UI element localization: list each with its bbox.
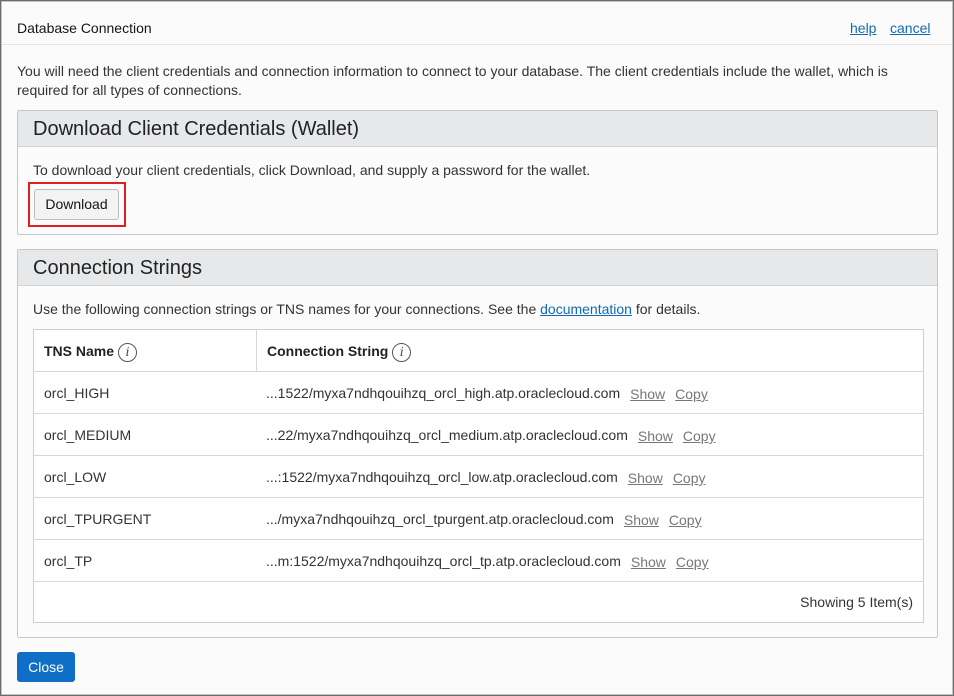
description-text-after: for details. bbox=[631, 301, 701, 317]
connection-string-value: .../myxa7ndhqouihzq_orcl_tpurgent.atp.or… bbox=[266, 511, 614, 527]
dialog-title: Database Connection bbox=[17, 20, 152, 36]
download-highlight: Download bbox=[28, 182, 126, 227]
description-text-before: Use the following connection strings or … bbox=[33, 301, 541, 317]
show-link[interactable]: Show bbox=[630, 386, 665, 402]
download-button[interactable]: Download bbox=[34, 189, 119, 220]
connection-string-cell: ...1522/myxa7ndhqouihzq_orcl_high.atp.or… bbox=[266, 385, 708, 402]
credentials-instructions: To download your client credentials, cli… bbox=[33, 162, 591, 178]
database-connection-dialog: Database Connection help cancel You will… bbox=[1, 1, 953, 695]
connection-string-cell: ...m:1522/myxa7ndhqouihzq_orcl_tp.atp.or… bbox=[266, 553, 709, 570]
help-link[interactable]: help bbox=[850, 20, 876, 36]
show-link[interactable]: Show bbox=[628, 470, 663, 486]
tns-name-cell: orcl_LOW bbox=[44, 469, 107, 485]
item-count: Showing 5 Item(s) bbox=[800, 594, 913, 610]
close-button[interactable]: Close bbox=[17, 652, 75, 682]
connection-string-cell: .../myxa7ndhqouihzq_orcl_tpurgent.atp.or… bbox=[266, 511, 702, 528]
copy-link[interactable]: Copy bbox=[669, 512, 702, 528]
table-row: orcl_LOW ...:1522/myxa7ndhqouihzq_orcl_l… bbox=[34, 456, 923, 498]
copy-link[interactable]: Copy bbox=[676, 554, 709, 570]
column-divider bbox=[256, 330, 257, 371]
documentation-link[interactable]: documentation bbox=[540, 301, 632, 317]
connection-string-cell: ...:1522/myxa7ndhqouihzq_orcl_low.atp.or… bbox=[266, 469, 706, 486]
tns-name-cell: orcl_TPURGENT bbox=[44, 511, 152, 527]
connection-string-value: ...:1522/myxa7ndhqouihzq_orcl_low.atp.or… bbox=[266, 469, 618, 485]
tns-name-cell: orcl_MEDIUM bbox=[44, 427, 132, 443]
connection-string-value: ...22/myxa7ndhqouihzq_orcl_medium.atp.or… bbox=[266, 427, 628, 443]
credentials-heading: Download Client Credentials (Wallet) bbox=[18, 111, 937, 147]
credentials-panel: Download Client Credentials (Wallet) To … bbox=[17, 110, 938, 235]
connection-string-value: ...m:1522/myxa7ndhqouihzq_orcl_tp.atp.or… bbox=[266, 553, 621, 569]
copy-link[interactable]: Copy bbox=[675, 386, 708, 402]
dialog-header: Database Connection help cancel bbox=[2, 2, 952, 45]
column-header-connection-string: Connection String i bbox=[267, 330, 412, 371]
table-row: orcl_TPURGENT .../myxa7ndhqouihzq_orcl_t… bbox=[34, 498, 923, 540]
info-icon[interactable]: i bbox=[118, 343, 138, 362]
table-row: orcl_TP ...m:1522/myxa7ndhqouihzq_orcl_t… bbox=[34, 540, 923, 582]
connection-string-header-label: Connection String bbox=[267, 343, 389, 360]
table-row: orcl_MEDIUM ...22/myxa7ndhqouihzq_orcl_m… bbox=[34, 414, 923, 456]
connection-strings-heading: Connection Strings bbox=[18, 250, 937, 286]
copy-link[interactable]: Copy bbox=[673, 470, 706, 486]
column-header-tns-name: TNS Name i bbox=[44, 330, 138, 371]
table-row: orcl_HIGH ...1522/myxa7ndhqouihzq_orcl_h… bbox=[34, 372, 923, 414]
connection-string-cell: ...22/myxa7ndhqouihzq_orcl_medium.atp.or… bbox=[266, 427, 716, 444]
table-header: TNS Name i Connection String i bbox=[34, 330, 923, 372]
tns-name-cell: orcl_TP bbox=[44, 553, 93, 569]
show-link[interactable]: Show bbox=[631, 554, 666, 570]
tns-name-header-label: TNS Name bbox=[44, 343, 115, 360]
intro-text: You will need the client credentials and… bbox=[17, 63, 888, 98]
show-link[interactable]: Show bbox=[624, 512, 659, 528]
connection-strings-table: TNS Name i Connection String i orcl_HIGH .… bbox=[33, 329, 924, 623]
connection-strings-description: Use the following connection strings or … bbox=[33, 301, 700, 317]
connection-strings-panel: Connection Strings Use the following con… bbox=[17, 249, 938, 638]
cancel-link[interactable]: cancel bbox=[890, 20, 930, 36]
connection-string-value: ...1522/myxa7ndhqouihzq_orcl_high.atp.or… bbox=[266, 385, 621, 401]
tns-name-cell: orcl_HIGH bbox=[44, 385, 110, 401]
copy-link[interactable]: Copy bbox=[683, 428, 716, 444]
show-link[interactable]: Show bbox=[638, 428, 673, 444]
info-icon[interactable]: i bbox=[392, 343, 412, 362]
